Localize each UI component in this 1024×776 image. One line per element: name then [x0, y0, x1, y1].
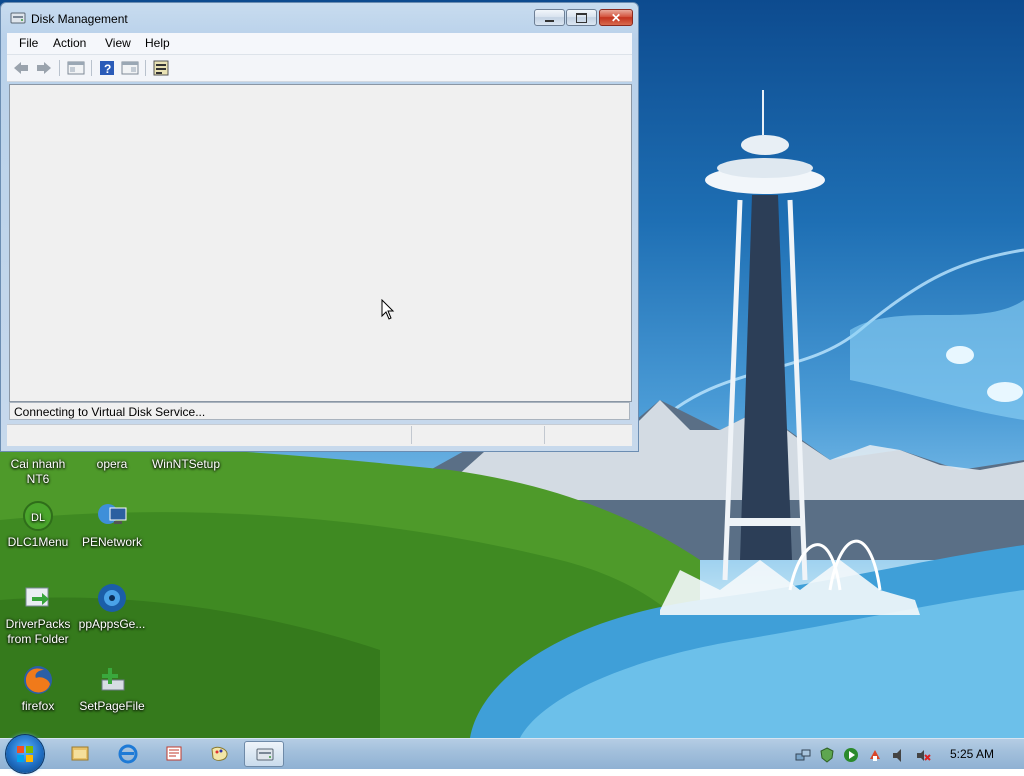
menu-bar: File Action View Help [7, 33, 632, 55]
maximize-icon [576, 12, 587, 23]
start-button[interactable] [6, 735, 44, 773]
desktop-icon-ppappsge[interactable]: ppAppsGe... [74, 582, 150, 632]
svg-text:?: ? [104, 62, 111, 76]
setpagefile-icon [96, 664, 128, 696]
maximize-button[interactable] [566, 9, 597, 26]
disk-management-icon [256, 748, 274, 761]
speaker-icon[interactable] [891, 747, 907, 763]
clock[interactable]: 5:25 AM [950, 747, 994, 761]
title-bar[interactable]: Disk Management ✕ [1, 3, 638, 31]
desktop-icon-label: firefox [21, 699, 55, 713]
taskbar-paint[interactable] [200, 741, 240, 767]
ppapps-icon [96, 582, 128, 614]
status-pane [544, 426, 625, 444]
menu-file[interactable]: File [19, 36, 38, 50]
taskbar: 5:25 AM [0, 735, 1024, 773]
desktop-icon-setpagefile[interactable]: SetPageFile [74, 664, 150, 714]
desktop-icon-label: SetPageFile [79, 699, 145, 713]
app-icon [166, 746, 182, 761]
minimize-button[interactable] [534, 9, 565, 26]
taskbar-app[interactable] [154, 741, 194, 767]
disk-management-window: Disk Management ✕ File Action View Help … [0, 2, 639, 452]
menu-help[interactable]: Help [145, 36, 170, 50]
windows-logo-icon [17, 746, 33, 762]
menu-view[interactable]: View [105, 36, 131, 50]
forward-arrow-icon[interactable] [35, 59, 53, 77]
window-title: Disk Management [31, 12, 128, 26]
status-message-bar: Connecting to Virtual Disk Service... [9, 402, 630, 420]
network-icon[interactable] [795, 747, 811, 763]
menu-action[interactable]: Action [53, 36, 86, 50]
minimize-icon [545, 19, 554, 22]
desktop-icon-penetwork[interactable]: PENetwork [74, 500, 150, 550]
status-bar [7, 424, 632, 446]
close-button[interactable]: ✕ [599, 9, 633, 26]
close-icon[interactable] [915, 747, 931, 763]
desktop-icon-dlc1menu[interactable]: DL DLC1Menu [0, 500, 76, 550]
toolbar-separator [59, 60, 60, 76]
show-hide-action-pane-icon[interactable] [121, 59, 139, 77]
firefox-icon [22, 664, 54, 696]
toolbar: ? [7, 55, 632, 82]
desktop-icon-label: ppAppsGe... [78, 617, 146, 631]
app-icon[interactable] [867, 747, 883, 763]
close-icon: ✕ [610, 10, 622, 25]
toolbar-separator [91, 60, 92, 76]
disk-management-content-pane[interactable] [9, 84, 632, 402]
status-pane [411, 426, 542, 444]
properties-icon[interactable] [152, 59, 170, 77]
paint-icon [211, 746, 228, 761]
security-icon[interactable] [819, 747, 835, 763]
taskbar-explorer[interactable] [60, 741, 100, 767]
show-hide-console-tree-icon[interactable] [67, 59, 85, 77]
explorer-icon [71, 746, 89, 761]
disk-management-icon [10, 11, 26, 25]
svg-text:DL: DL [31, 512, 45, 524]
back-arrow-icon[interactable] [12, 59, 30, 77]
desktop-icon-label: DLC1Menu [7, 535, 69, 549]
media-icon[interactable] [843, 747, 859, 763]
internet-explorer-icon [118, 744, 138, 764]
taskbar-disk-management[interactable] [244, 741, 284, 767]
status-message: Connecting to Virtual Disk Service... [14, 405, 206, 419]
taskbar-internet-explorer[interactable] [108, 741, 148, 767]
desktop-icon-firefox[interactable]: firefox [0, 664, 76, 714]
desktop-icon-label: DriverPacks from Folder [5, 617, 71, 646]
network-icon [96, 500, 128, 532]
mouse-cursor-icon [381, 299, 395, 320]
desktop-icon-label: PENetwork [81, 535, 143, 549]
dlc-menu-icon: DL [22, 500, 54, 532]
help-icon[interactable]: ? [98, 59, 116, 77]
desktop-icon-driverpacks[interactable]: DriverPacks from Folder [0, 582, 76, 647]
toolbar-separator [145, 60, 146, 76]
driverpacks-icon [22, 582, 54, 614]
